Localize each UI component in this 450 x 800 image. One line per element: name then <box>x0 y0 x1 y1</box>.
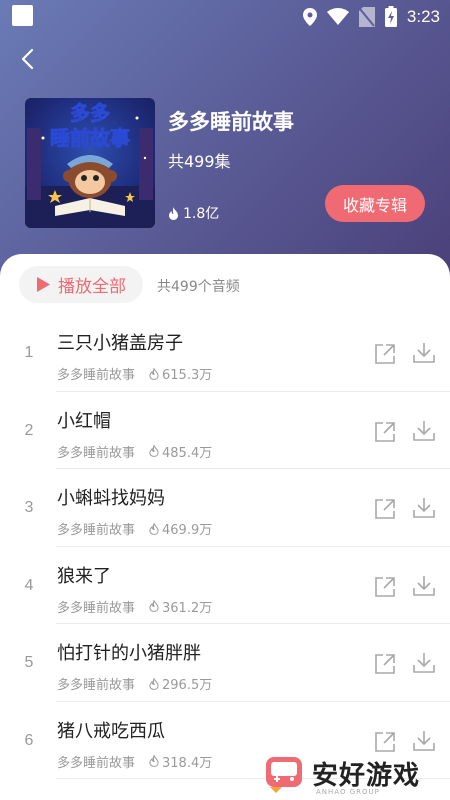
track-number: 4 <box>24 576 34 594</box>
share-button[interactable] <box>373 652 397 676</box>
share-icon <box>375 654 395 674</box>
notification-icon <box>12 5 33 26</box>
battery-charging-icon <box>384 6 397 27</box>
track-row[interactable]: 1 三只小猪盖房子 多多睡前故事 615.3万 <box>0 314 450 392</box>
track-meta: 多多睡前故事 296.5万 <box>57 674 212 693</box>
album-play-count-value: 1.8亿 <box>183 206 220 222</box>
share-button[interactable] <box>373 420 397 444</box>
track-artist: 多多睡前故事 <box>57 368 136 383</box>
track-meta: 多多睡前故事 485.4万 <box>57 442 212 461</box>
share-icon <box>375 421 395 442</box>
download-icon <box>413 575 435 596</box>
flame-icon <box>149 755 159 767</box>
album-title: 多多睡前故事 <box>168 110 294 134</box>
track-row[interactable]: 4 狼来了 多多睡前故事 361.2万 <box>0 547 450 625</box>
track-plays-value: 296.5万 <box>162 678 213 693</box>
track-meta: 多多睡前故事 318.4万 <box>57 752 212 771</box>
share-button[interactable] <box>373 342 397 366</box>
track-plays: 361.2万 <box>149 597 212 616</box>
track-artist: 多多睡前故事 <box>57 755 136 771</box>
flame-icon <box>149 445 159 457</box>
album-cover-illustration: 多多 睡前故事 <box>25 101 155 228</box>
album-episode-count: 共499集 <box>168 152 231 171</box>
track-plays-value: 615.3万 <box>162 368 213 383</box>
download-button[interactable] <box>412 496 436 520</box>
collect-album-button[interactable]: 收藏专辑 <box>325 185 425 222</box>
track-title: 小蝌蚪找妈妈 <box>57 488 165 509</box>
cover-title-line1: 多多 <box>70 101 110 125</box>
download-button[interactable] <box>412 419 436 443</box>
track-number: 6 <box>24 731 34 749</box>
track-plays-value: 485.4万 <box>162 445 213 461</box>
track-title: 猪八戒吃西瓜 <box>57 720 165 742</box>
flame-icon <box>149 600 159 612</box>
flame-icon <box>149 677 159 690</box>
watermark: 安好游戏 ANHAO GROUP <box>262 748 442 798</box>
download-icon <box>413 420 435 441</box>
track-number: 2 <box>24 421 34 439</box>
share-button[interactable] <box>373 575 397 599</box>
track-title: 怕打针的小猪胖胖 <box>57 643 201 664</box>
track-list: 1 三只小猪盖房子 多多睡前故事 615.3万 2 小红帽 多多睡前故事 485… <box>0 314 450 779</box>
track-plays-value: 361.2万 <box>162 600 213 616</box>
download-icon <box>413 498 435 518</box>
track-row[interactable]: 3 小蝌蚪找妈妈 多多睡前故事 469.9万 <box>0 469 450 547</box>
status-icons: 3:23 <box>302 6 440 27</box>
share-icon <box>375 576 395 597</box>
track-list-panel: 播放全部 共499个音频 1 三只小猪盖房子 多多睡前故事 615.3万 2 小… <box>0 254 450 800</box>
track-meta: 多多睡前故事 469.9万 <box>57 519 212 538</box>
track-title: 三只小猪盖房子 <box>57 333 183 354</box>
album-play-count: 1.8亿 <box>168 203 219 223</box>
track-title: 狼来了 <box>57 565 111 587</box>
album-cover[interactable]: 多多 睡前故事 <box>25 98 155 228</box>
track-artist: 多多睡前故事 <box>57 600 136 616</box>
flame-icon <box>149 522 159 535</box>
download-button[interactable] <box>412 651 436 675</box>
share-icon <box>375 344 395 364</box>
download-button[interactable] <box>412 574 436 598</box>
track-number: 3 <box>24 499 34 516</box>
track-total: 共499个音频 <box>157 279 240 295</box>
track-meta: 多多睡前故事 361.2万 <box>57 597 212 616</box>
back-button[interactable] <box>16 44 42 74</box>
track-plays-value: 469.9万 <box>162 523 213 538</box>
track-artist: 多多睡前故事 <box>57 523 136 538</box>
track-number: 1 <box>24 344 34 361</box>
track-row[interactable]: 2 小红帽 多多睡前故事 485.4万 <box>0 392 450 470</box>
gamepad-logo-icon <box>266 757 302 793</box>
track-plays: 469.9万 <box>149 519 212 538</box>
cover-title-line2: 睡前故事 <box>50 126 130 150</box>
watermark-subtext: ANHAO GROUP <box>316 788 380 796</box>
play-all-button[interactable]: 播放全部 <box>19 266 143 303</box>
share-icon <box>375 499 395 519</box>
flame-icon <box>169 206 178 220</box>
track-number: 5 <box>24 654 34 671</box>
download-icon <box>413 343 435 363</box>
track-row[interactable]: 5 怕打针的小猪胖胖 多多睡前故事 296.5万 <box>0 624 450 702</box>
share-button[interactable] <box>373 497 397 521</box>
track-artist: 多多睡前故事 <box>57 678 136 693</box>
watermark-text: 安好游戏 <box>312 760 421 791</box>
track-plays: 296.5万 <box>149 674 212 693</box>
wifi-icon <box>326 8 349 25</box>
play-all-label: 播放全部 <box>58 277 126 297</box>
track-plays: 615.3万 <box>149 364 212 383</box>
track-plays-value: 318.4万 <box>162 755 213 771</box>
download-button[interactable] <box>412 341 436 365</box>
status-bar: 3:23 <box>0 0 450 32</box>
download-icon <box>413 653 435 673</box>
track-artist: 多多睡前故事 <box>57 445 136 461</box>
no-sim-icon <box>358 6 375 27</box>
location-icon <box>302 7 317 26</box>
track-plays: 485.4万 <box>149 442 212 461</box>
track-plays: 318.4万 <box>149 752 212 771</box>
play-icon <box>37 277 50 292</box>
flame-icon <box>149 367 159 380</box>
status-time: 3:23 <box>406 6 440 26</box>
track-meta: 多多睡前故事 615.3万 <box>57 364 212 383</box>
track-title: 小红帽 <box>57 410 111 432</box>
chevron-left-icon <box>21 48 34 70</box>
